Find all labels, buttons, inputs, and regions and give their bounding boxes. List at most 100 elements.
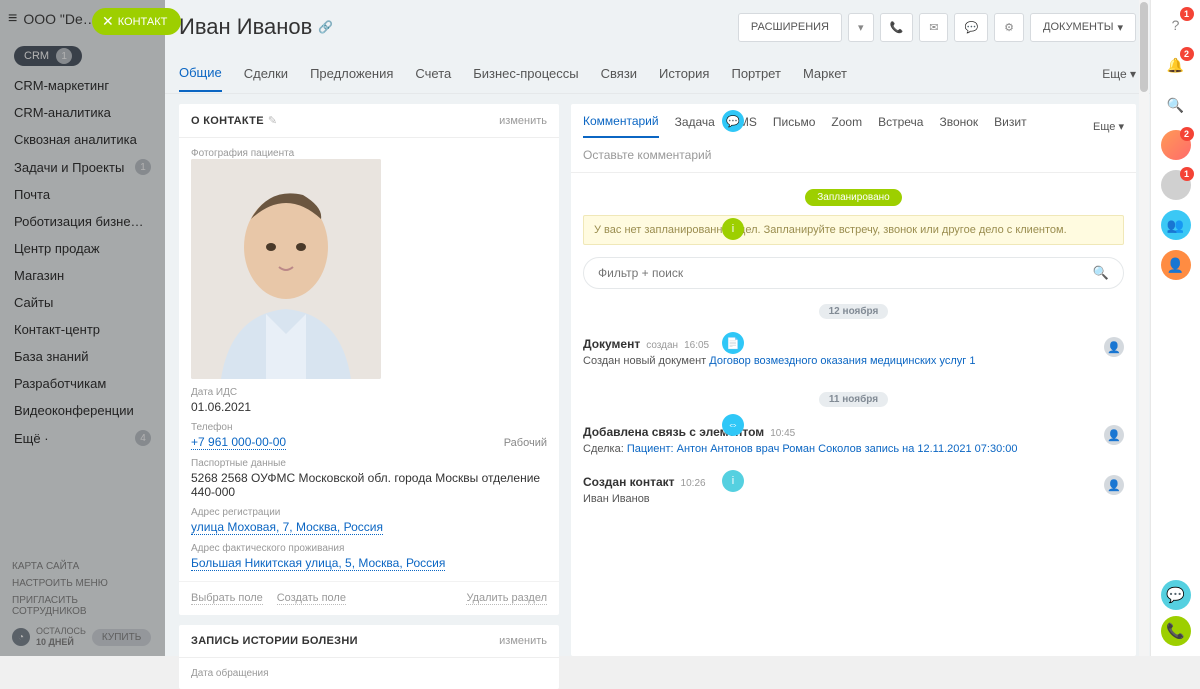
tab-bp[interactable]: Бизнес-процессы [473,56,578,91]
page-title: Иван Иванов 🔗 [179,14,333,40]
tabs-more[interactable]: Еще ▾ [1102,67,1136,81]
chevron-down-icon: ▾ [1117,21,1123,34]
avatar-user-1[interactable]: 2 [1161,130,1191,160]
tab-invoices[interactable]: Счета [415,56,451,91]
search-icon[interactable]: 🔍 [1093,265,1109,281]
reg-addr-value[interactable]: улица Моховая, 7, Москва, Россия [191,520,383,535]
visit-date-label: Дата обращения [191,668,547,679]
sidebar: ≡ ООО "De… CRM 1 CRM-маркетинг CRM-анали… [0,0,165,656]
link-icon[interactable]: 🔗 [318,20,333,34]
sidebar-item-more[interactable]: Ещё ·4 [0,424,165,452]
scrollbar[interactable] [1139,0,1149,656]
tab-links[interactable]: Связи [601,56,637,91]
date-separator-1: 12 ноября [571,301,1136,319]
sidebar-item-through-analytics[interactable]: Сквозная аналитика [0,126,165,153]
timeline-tab-call[interactable]: Звонок [939,115,978,137]
support-chat-icon[interactable]: 💬 [1161,580,1191,610]
avatar-user-2[interactable]: 1 [1161,170,1191,200]
buy-button[interactable]: КУПИТЬ [92,629,151,646]
tab-proposals[interactable]: Предложения [310,56,393,91]
bell-icon[interactable]: 🔔2 [1161,50,1191,80]
tab-general[interactable]: Общие [179,55,222,92]
timeline-tab-letter[interactable]: Письмо [773,115,816,137]
contact-badge-label: КОНТАКТ [118,16,168,28]
planned-badge: Запланировано [571,187,1136,205]
gear-icon[interactable]: ⚙ [994,13,1024,42]
event-link-added: 👤 Добавлена связь с элементом 10:45 Сдел… [571,417,1136,467]
sidebar-item-crm-analytics[interactable]: CRM-аналитика [0,99,165,126]
sidebar-item-mail[interactable]: Почта [0,181,165,208]
invite-employees-link[interactable]: ПРИГЛАСИТЬ СОТРУДНИКОВ [12,592,153,620]
people-icon[interactable]: 👥 [1161,210,1191,240]
tab-history[interactable]: История [659,56,709,91]
change-link-2[interactable]: изменить [499,635,547,647]
about-title: О КОНТАКТЕ [191,115,264,127]
call-icon[interactable]: 📞 [1161,616,1191,646]
change-link[interactable]: изменить [499,115,547,127]
user-avatar-icon[interactable]: 👤 [1104,425,1124,445]
timeline-tab-meeting[interactable]: Встреча [878,115,923,137]
bubble-document-icon: 📄 [722,332,744,354]
history-title: ЗАПИСЬ ИСТОРИИ БОЛЕЗНИ [191,635,358,647]
bubble-info-icon: i [722,218,744,240]
filter-input[interactable] [598,266,1093,280]
timeline-card: Комментарий Задача SMS Письмо Zoom Встре… [571,104,1136,656]
document-link[interactable]: Договор возмездного оказания медицинских… [709,355,975,367]
user-avatar-icon[interactable]: 👤 [1104,475,1124,495]
bubble-info2-icon: i [722,470,744,492]
extensions-button[interactable]: РАСШИРЕНИЯ [738,13,842,42]
help-icon[interactable]: ?1 [1161,10,1191,40]
timeline-tab-visit[interactable]: Визит [994,115,1026,137]
sidebar-item-sales-center[interactable]: Центр продаж [0,235,165,262]
sidebar-item-knowledge[interactable]: База знаний [0,343,165,370]
phone-value[interactable]: +7 961 000-00-00 [191,435,286,450]
phone-icon[interactable]: 📞 [880,13,914,42]
delete-section-link[interactable]: Удалить раздел [466,592,547,605]
sidebar-item-contact-center[interactable]: Контакт-центр [0,316,165,343]
phone-label: Телефон [191,422,547,433]
tab-portrait[interactable]: Портрет [731,56,780,91]
fact-addr-label: Адрес фактического проживания [191,543,547,554]
mail-icon[interactable]: ✉ [919,13,948,42]
sidebar-item-sites[interactable]: Сайты [0,289,165,316]
search-rail-icon[interactable]: 🔍 [1161,90,1191,120]
passport-value: 5268 2568 ОУФМС Московской обл. города М… [191,471,547,499]
timeline-tab-comment[interactable]: Комментарий [583,114,659,138]
tab-market[interactable]: Маркет [803,56,847,91]
tab-deals[interactable]: Сделки [244,56,288,91]
scrollbar-thumb[interactable] [1140,2,1148,92]
user-avatar-icon[interactable]: 👤 [1104,337,1124,357]
customize-menu-link[interactable]: НАСТРОИТЬ МЕНЮ [12,575,153,592]
photo-label: Фотография пациента [191,148,547,159]
sidebar-item-crm[interactable]: CRM 1 [0,40,165,72]
close-icon[interactable]: ✕ [102,13,114,30]
main-tabs: Общие Сделки Предложения Счета Бизнес-пр… [165,54,1150,94]
contact-type-badge[interactable]: ✕ КОНТАКТ [92,8,181,35]
timeline-tabs-more[interactable]: Еще ▾ [1093,120,1124,133]
chat-icon[interactable]: 💬 [954,13,988,42]
sidebar-item-robotization[interactable]: Роботизация бизне… [0,208,165,235]
ids-date: 01.06.2021 [191,400,547,414]
passport-label: Паспортные данные [191,458,547,469]
fact-addr-value[interactable]: Большая Никитская улица, 5, Москва, Росс… [191,556,445,571]
pencil-icon[interactable]: ✎ [268,114,277,127]
sidebar-item-store[interactable]: Магазин [0,262,165,289]
sidebar-item-crm-marketing[interactable]: CRM-маркетинг [0,72,165,99]
sidebar-item-videoconf[interactable]: Видеоконференции [0,397,165,424]
date-separator-2: 11 ноября [571,389,1136,407]
hamburger-icon[interactable]: ≡ [8,10,17,28]
documents-button[interactable]: ДОКУМЕНТЫ ▾ [1030,13,1136,42]
create-field-link[interactable]: Создать поле [277,592,346,605]
sitemap-link[interactable]: КАРТА САЙТА [12,558,153,575]
timeline-tab-task[interactable]: Задача [675,115,715,137]
sidebar-item-developers[interactable]: Разработчикам [0,370,165,397]
deal-link[interactable]: Пациент: Антон Антонов врач Роман Соколо… [627,443,1018,455]
timeline-tab-zoom[interactable]: Zoom [831,115,862,137]
clock-icon: ◔ [12,628,30,646]
select-field-link[interactable]: Выбрать поле [191,592,263,605]
avatar-user-3[interactable]: 👤 [1161,250,1191,280]
filter-search[interactable]: 🔍 [583,257,1124,289]
sidebar-item-tasks[interactable]: Задачи и Проекты1 [0,153,165,181]
comment-input[interactable]: Оставьте комментарий [571,138,1136,173]
extensions-dropdown[interactable]: ▾ [848,13,874,42]
